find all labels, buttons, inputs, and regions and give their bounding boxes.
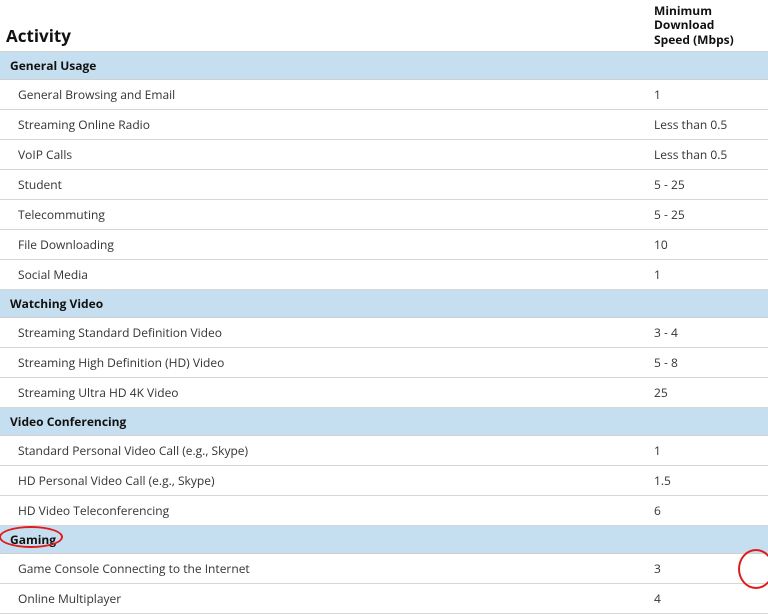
speed-cell: 5 - 8 xyxy=(648,348,768,378)
table-row: Streaming Online RadioLess than 0.5 xyxy=(0,110,768,140)
activity-cell: Streaming High Definition (HD) Video xyxy=(0,348,648,378)
speed-head-line2: Speed (Mbps) xyxy=(654,31,734,48)
table-row: HD Personal Video Call (e.g., Skype)1.5 xyxy=(0,466,768,496)
table-row: Student5 - 25 xyxy=(0,170,768,200)
speed-cell: 1 xyxy=(648,436,768,466)
speed-cell: 1 xyxy=(648,80,768,110)
activity-cell: Streaming Online Radio xyxy=(0,110,648,140)
table-row: File Downloading10 xyxy=(0,230,768,260)
speed-cell: 3 - 4 xyxy=(648,318,768,348)
speed-cell: 3 xyxy=(648,554,768,584)
activity-cell: Standard Personal Video Call (e.g., Skyp… xyxy=(0,436,648,466)
activity-cell: HD Video Teleconferencing xyxy=(0,496,648,526)
speed-cell: 4 xyxy=(648,584,768,614)
speed-cell: Less than 0.5 xyxy=(648,140,768,170)
category-label: General Usage xyxy=(0,52,768,80)
category-label: Video Conferencing xyxy=(0,408,768,436)
table-row: Telecommuting5 - 25 xyxy=(0,200,768,230)
activity-cell: VoIP Calls xyxy=(0,140,648,170)
activity-cell: Social Media xyxy=(0,260,648,290)
table-body: General UsageGeneral Browsing and Email1… xyxy=(0,52,768,614)
table-row: Game Console Connecting to the Internet3 xyxy=(0,554,768,584)
speed-cell: 10 xyxy=(648,230,768,260)
annotation-ellipse-icon xyxy=(0,526,63,548)
category-row: Video Conferencing xyxy=(0,408,768,436)
activity-cell: Streaming Ultra HD 4K Video xyxy=(0,378,648,408)
speed-cell: 25 xyxy=(648,378,768,408)
speed-requirements-table: Activity Minimum Download Speed (Mbps) G… xyxy=(0,0,768,614)
table-row: General Browsing and Email1 xyxy=(0,80,768,110)
table-row: Social Media1 xyxy=(0,260,768,290)
column-header-speed: Minimum Download Speed (Mbps) xyxy=(648,0,768,52)
speed-cell: Less than 0.5 xyxy=(648,110,768,140)
annotation-ellipse-icon xyxy=(738,549,768,589)
category-row: Watching Video xyxy=(0,290,768,318)
table-row: VoIP CallsLess than 0.5 xyxy=(0,140,768,170)
activity-cell: Streaming Standard Definition Video xyxy=(0,318,648,348)
table-row: Streaming Ultra HD 4K Video25 xyxy=(0,378,768,408)
table-row: Online Multiplayer4 xyxy=(0,584,768,614)
column-header-activity: Activity xyxy=(0,0,648,52)
activity-cell: Online Multiplayer xyxy=(0,584,648,614)
activity-cell: Game Console Connecting to the Internet xyxy=(0,554,648,584)
activity-cell: General Browsing and Email xyxy=(0,80,648,110)
table-row: Streaming High Definition (HD) Video5 - … xyxy=(0,348,768,378)
category-label-text: Gaming xyxy=(10,531,56,548)
speed-cell: 1.5 xyxy=(648,466,768,496)
table-row: Streaming Standard Definition Video3 - 4 xyxy=(0,318,768,348)
table-header-row: Activity Minimum Download Speed (Mbps) xyxy=(0,0,768,52)
speed-cell: 1 xyxy=(648,260,768,290)
activity-cell: HD Personal Video Call (e.g., Skype) xyxy=(0,466,648,496)
category-label: Watching Video xyxy=(0,290,768,318)
table-row: Standard Personal Video Call (e.g., Skyp… xyxy=(0,436,768,466)
category-row: General Usage xyxy=(0,52,768,80)
activity-cell: File Downloading xyxy=(0,230,648,260)
speed-head-line1: Minimum Download xyxy=(654,2,714,33)
speed-cell: 5 - 25 xyxy=(648,200,768,230)
speed-cell: 6 xyxy=(648,496,768,526)
activity-cell: Telecommuting xyxy=(0,200,648,230)
speed-cell: 5 - 25 xyxy=(648,170,768,200)
activity-cell: Student xyxy=(0,170,648,200)
table-row: HD Video Teleconferencing6 xyxy=(0,496,768,526)
